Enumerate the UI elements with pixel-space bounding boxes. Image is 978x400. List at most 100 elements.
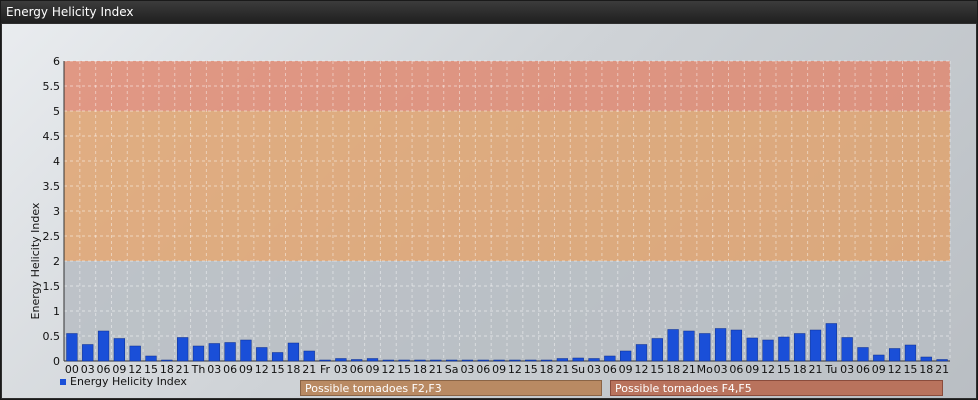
bar — [920, 356, 932, 362]
x-tick-label: 12 — [761, 363, 775, 376]
bar — [873, 354, 885, 362]
y-tick-label: 4 — [53, 155, 60, 168]
bar — [540, 359, 553, 362]
window-title: Energy Helicity Index — [1, 1, 977, 23]
bar — [66, 333, 78, 362]
bar — [794, 333, 806, 362]
x-tick-label: 09 — [619, 363, 633, 376]
bar — [461, 359, 474, 362]
x-tick-label: 06 — [729, 363, 743, 376]
x-tick-label: 06 — [476, 363, 490, 376]
bar — [841, 337, 853, 362]
x-tick-label: 03 — [840, 363, 854, 376]
bar — [82, 344, 94, 362]
x-tick-label: 06 — [223, 363, 237, 376]
bar — [398, 359, 410, 362]
bar — [113, 338, 126, 362]
x-tick-label: Su — [571, 363, 585, 376]
y-tick-label: 2 — [53, 255, 60, 268]
bar — [651, 338, 663, 362]
bar — [477, 359, 489, 362]
bar — [145, 355, 157, 362]
legend-swatch — [60, 378, 66, 385]
bar — [809, 329, 822, 362]
bar — [256, 347, 268, 362]
x-tick-label: 15 — [397, 363, 411, 376]
y-tick-label: 5.5 — [43, 80, 61, 93]
x-tick-label: Fr — [320, 363, 331, 376]
y-tick-label: 0 — [53, 355, 60, 368]
bar — [414, 359, 426, 362]
bar — [667, 329, 679, 362]
bar — [888, 348, 901, 362]
bar — [778, 336, 790, 362]
bar — [161, 359, 173, 362]
bar — [97, 330, 110, 362]
y-tick-label: 0.5 — [43, 330, 61, 343]
bar — [936, 359, 948, 362]
x-tick-label: 09 — [745, 363, 759, 376]
x-tick-label: 06 — [856, 363, 870, 376]
bar — [335, 358, 347, 362]
bar — [556, 358, 569, 362]
x-tick-label: 03 — [207, 363, 221, 376]
bar — [129, 345, 141, 362]
y-tick-label: 4.5 — [43, 130, 61, 143]
y-tick-label: 3 — [53, 205, 60, 218]
x-tick-label: 12 — [508, 363, 522, 376]
bar — [588, 358, 600, 362]
x-tick-label: 15 — [271, 363, 285, 376]
bar — [509, 359, 521, 362]
bar — [319, 359, 331, 362]
x-tick-label: 18 — [793, 363, 807, 376]
bar — [525, 359, 537, 362]
x-tick-label: 15 — [650, 363, 664, 376]
bar — [746, 337, 758, 362]
x-tick-label: 21 — [302, 363, 316, 376]
x-tick-label: 09 — [366, 363, 380, 376]
x-tick-label: 12 — [888, 363, 902, 376]
x-tick-label: Sa — [445, 363, 459, 376]
y-axis-title: Energy Helicity Index — [29, 202, 42, 319]
x-tick-label: 18 — [919, 363, 933, 376]
bar — [857, 347, 869, 362]
bar — [683, 330, 695, 362]
x-tick-label: 15 — [777, 363, 791, 376]
x-tick-label: 18 — [666, 363, 680, 376]
bar — [430, 359, 442, 362]
bar — [351, 359, 363, 362]
x-tick-label: 06 — [350, 363, 364, 376]
x-tick-label: 06 — [603, 363, 617, 376]
bar — [177, 337, 189, 362]
bar — [271, 352, 284, 362]
x-tick-label: Th — [191, 363, 206, 376]
band-label-f2-f3: Possible tornadoes F2,F3 — [300, 380, 602, 396]
bar — [303, 350, 315, 362]
x-tick-label: 12 — [634, 363, 648, 376]
bar — [240, 339, 252, 362]
bar — [224, 342, 236, 362]
x-tick-label: Mo — [697, 363, 713, 376]
x-tick-label: 21 — [555, 363, 569, 376]
bar — [208, 343, 220, 362]
x-tick-label: Tu — [824, 363, 837, 376]
bar — [382, 359, 394, 362]
bar — [635, 344, 648, 362]
x-tick-label: 09 — [239, 363, 253, 376]
legend[interactable]: Energy Helicity Index — [60, 375, 187, 388]
x-tick-label: 12 — [381, 363, 395, 376]
bar — [762, 339, 774, 362]
band-label-f4-f5: Possible tornadoes F4,F5 — [610, 380, 943, 396]
x-tick-label: 21 — [429, 363, 443, 376]
chart-svg: 0 0.5 1 1.5 2 2.5 3 3.5 4 4.5 5 5.5 6 Energy Helicity… — [29, 55, 951, 376]
plot-area: 0 0.5 1 1.5 2 2.5 3 3.5 4 4.5 5 5.5 6 Energy Helicity… — [2, 24, 976, 398]
x-tick-label: 15 — [903, 363, 917, 376]
x-tick-label: 18 — [286, 363, 300, 376]
bar — [445, 359, 458, 362]
x-tick-label: 21 — [682, 363, 696, 376]
y-tick-label: 1 — [53, 305, 60, 318]
bar — [572, 357, 584, 362]
bar — [192, 345, 205, 362]
x-tick-label: 09 — [492, 363, 506, 376]
y-tick-label: 6 — [53, 55, 60, 68]
